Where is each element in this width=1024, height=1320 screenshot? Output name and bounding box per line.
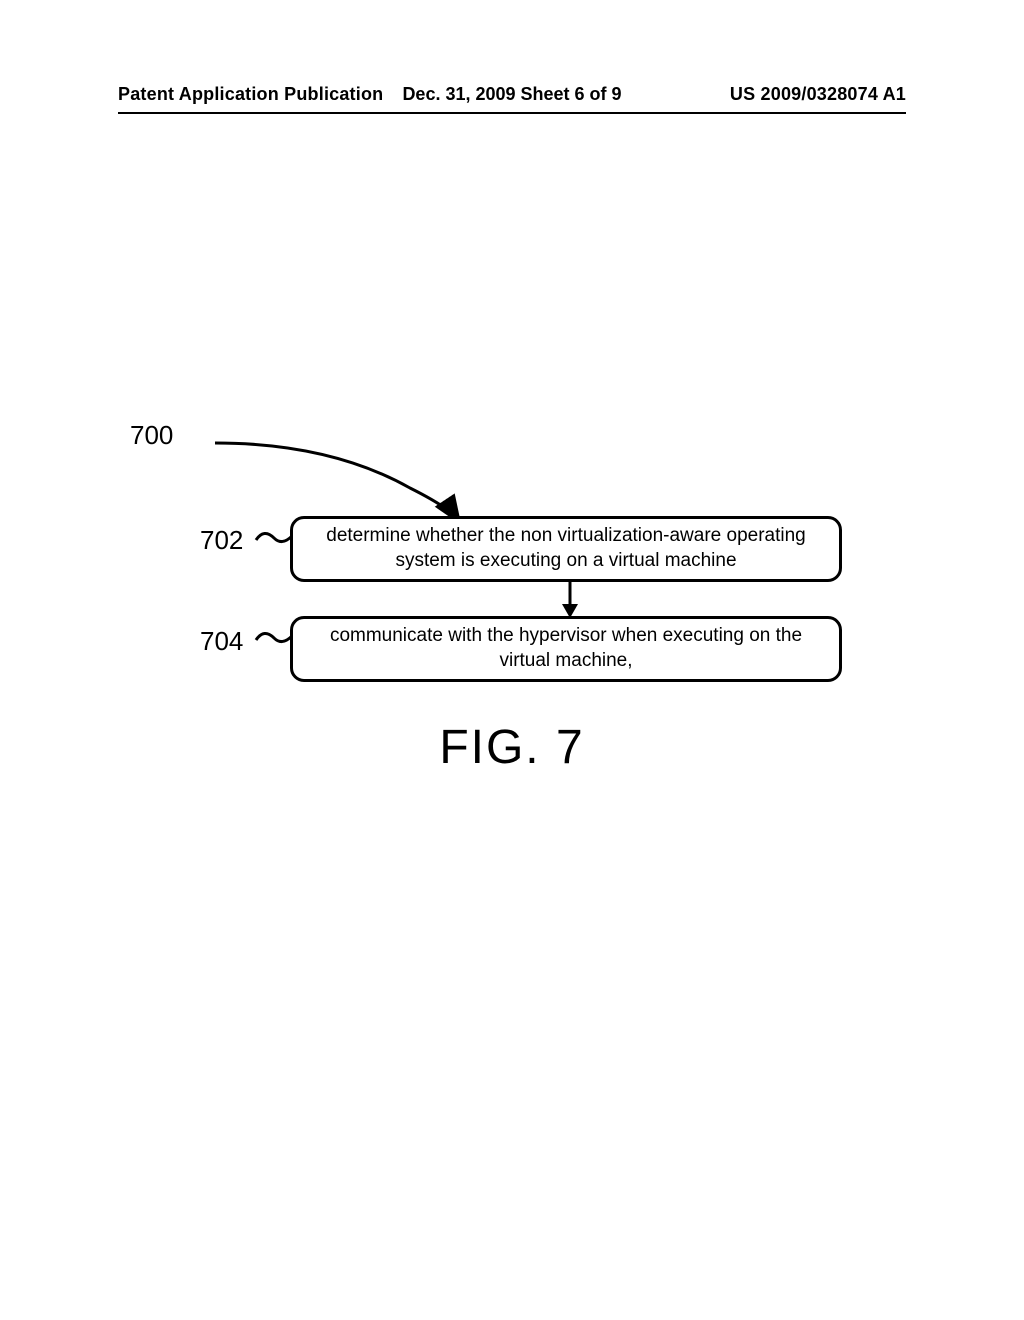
header-date-sheet: Dec. 31, 2009 Sheet 6 of 9 <box>402 84 621 105</box>
figure-label: FIG. 7 <box>0 720 1024 775</box>
header-pub-number: US 2009/0328074 A1 <box>730 84 906 105</box>
lead-line-702-icon <box>254 520 294 560</box>
lead-line-704-icon <box>254 620 294 660</box>
patent-header: Patent Application Publication Dec. 31, … <box>0 84 1024 105</box>
curved-arrow-icon <box>210 438 470 528</box>
reference-704: 704 <box>200 626 243 657</box>
flow-step-702-text: determine whether the non virtualization… <box>305 524 827 573</box>
header-publication: Patent Application Publication <box>118 84 383 105</box>
flow-step-704: communicate with the hypervisor when exe… <box>290 616 842 682</box>
flow-step-704-text: communicate with the hypervisor when exe… <box>305 624 827 673</box>
header-rule <box>118 112 906 114</box>
reference-702: 702 <box>200 525 243 556</box>
arrow-down-icon <box>558 582 582 620</box>
reference-700: 700 <box>130 420 173 451</box>
flow-step-702: determine whether the non virtualization… <box>290 516 842 582</box>
